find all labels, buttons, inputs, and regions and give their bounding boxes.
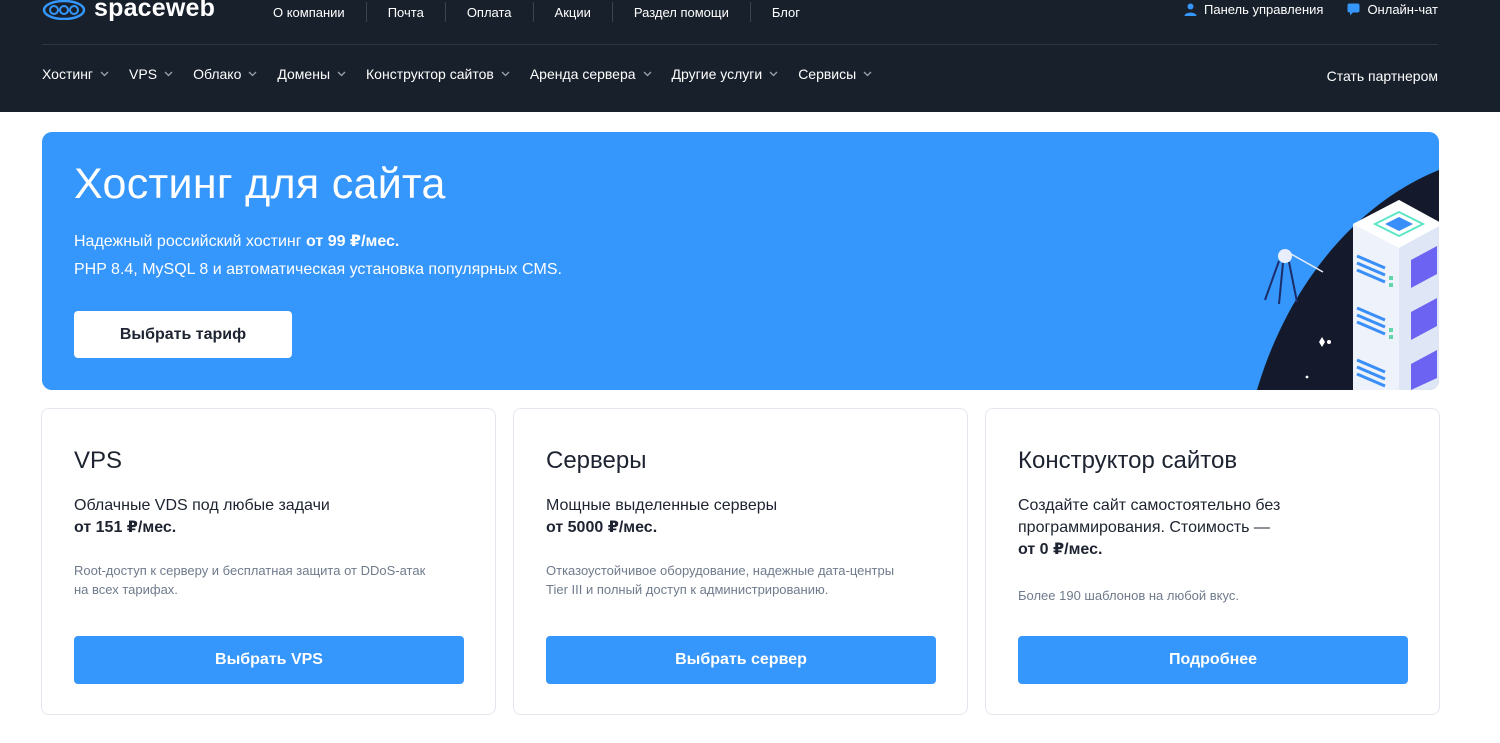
nav-other-services[interactable]: Другие услуги [672, 66, 779, 82]
main-nav: Хостинг VPS Облако Домены Конструктор са… [42, 66, 892, 82]
nav-hosting[interactable]: Хостинг [42, 66, 109, 82]
nav-server-rental[interactable]: Аренда сервера [530, 66, 652, 82]
become-partner-link[interactable]: Стать партнером [1327, 68, 1438, 84]
logo-icon [42, 0, 86, 20]
chevron-down-icon [769, 71, 778, 77]
card-desc-text: Создайте сайт самостоятельно без програм… [1018, 497, 1281, 536]
nav-domains[interactable]: Домены [277, 66, 346, 82]
chevron-down-icon [643, 71, 651, 77]
card-price: от 151 ₽/мес. [74, 519, 177, 536]
nav-domains-label: Домены [277, 66, 331, 82]
choose-plan-button[interactable]: Выбрать тариф [74, 311, 292, 358]
card-title: VPS [74, 447, 123, 474]
choose-server-button[interactable]: Выбрать сервер [546, 636, 936, 684]
logo-text: spaceweb [94, 0, 216, 22]
chevron-down-icon [337, 71, 346, 77]
nav-hosting-label: Хостинг [42, 66, 94, 82]
online-chat-label: Онлайн-чат [1367, 2, 1438, 17]
card-desc-text: Мощные выделенные серверы [546, 497, 778, 514]
card-note: Отказоустойчивое оборудование, надежные … [546, 563, 895, 597]
header-divider [42, 44, 1438, 45]
top-links: О компании Почта Оплата Акции Раздел пом… [252, 1, 821, 23]
control-panel-label: Панель управления [1204, 2, 1324, 17]
card-servers: Серверы Мощные выделенные серверы от 500… [513, 408, 968, 715]
hero-features: PHP 8.4, MySQL 8 и автоматическая устано… [74, 261, 562, 278]
top-link-payment[interactable]: Оплата [446, 2, 534, 22]
hero-subtitle-text: Надежный российский хостинг [74, 233, 307, 250]
hero-subtitle: Надежный российский хостинг от 99 ₽/мес. [74, 231, 399, 251]
card-description: Мощные выделенные серверы от 5000 ₽/мес. [546, 495, 886, 539]
nav-cloud[interactable]: Облако [193, 66, 257, 82]
card-site-builder: Конструктор сайтов Создайте сайт самосто… [985, 408, 1440, 715]
card-desc-text: Облачные VDS под любые задачи [74, 497, 330, 514]
card-description: Облачные VDS под любые задачи от 151 ₽/м… [74, 495, 414, 539]
chevron-down-icon [100, 71, 109, 77]
card-price: от 0 ₽/мес. [1018, 541, 1103, 558]
chevron-down-icon [248, 71, 257, 77]
site-header: spaceweb О компании Почта Оплата Акции Р… [0, 0, 1500, 112]
more-details-button[interactable]: Подробнее [1018, 636, 1408, 684]
card-title: Серверы [546, 447, 647, 474]
top-link-about[interactable]: О компании [252, 2, 367, 22]
nav-site-builder-label: Конструктор сайтов [366, 66, 494, 82]
nav-other-services-label: Другие услуги [671, 66, 763, 82]
control-panel-link[interactable]: Панель управления [1184, 2, 1323, 17]
nav-vps-label: VPS [129, 66, 158, 82]
card-note: Root-доступ к серверу и бесплатная защит… [74, 563, 426, 597]
card-description: Создайте сайт самостоятельно без програм… [1018, 495, 1358, 561]
top-link-help[interactable]: Раздел помощи [613, 2, 751, 22]
nav-services[interactable]: Сервисы [798, 66, 872, 82]
nav-services-label: Сервисы [798, 66, 857, 82]
server-illustration [1257, 170, 1439, 390]
top-right-links: Панель управления Онлайн-чат [1184, 2, 1438, 17]
card-vps: VPS Облачные VDS под любые задачи от 151… [41, 408, 496, 715]
hero-price: от 99 ₽/мес. [306, 233, 400, 250]
logo[interactable]: spaceweb [42, 0, 215, 23]
nav-vps[interactable]: VPS [129, 66, 173, 82]
top-link-mail[interactable]: Почта [367, 2, 446, 22]
chat-icon [1347, 3, 1360, 16]
chevron-down-icon [501, 71, 510, 77]
choose-vps-button[interactable]: Выбрать VPS [74, 636, 464, 684]
card-note: Более 190 шаблонов на любой вкус. [1018, 588, 1239, 603]
top-link-promotions[interactable]: Акции [534, 2, 613, 22]
card-price: от 5000 ₽/мес. [546, 519, 658, 536]
chevron-down-icon [164, 71, 173, 77]
hero-title: Хостинг для сайта [74, 160, 446, 208]
nav-site-builder[interactable]: Конструктор сайтов [366, 66, 510, 82]
card-title: Конструктор сайтов [1018, 447, 1238, 474]
chevron-down-icon [863, 71, 872, 77]
online-chat-link[interactable]: Онлайн-чат [1347, 2, 1438, 17]
hero-banner: Хостинг для сайта Надежный российский хо… [42, 132, 1439, 390]
nav-server-rental-label: Аренда сервера [529, 66, 636, 82]
user-icon [1184, 3, 1197, 16]
nav-cloud-label: Облако [193, 66, 242, 82]
top-link-blog[interactable]: Блог [751, 2, 821, 22]
server-stack [1353, 200, 1439, 390]
